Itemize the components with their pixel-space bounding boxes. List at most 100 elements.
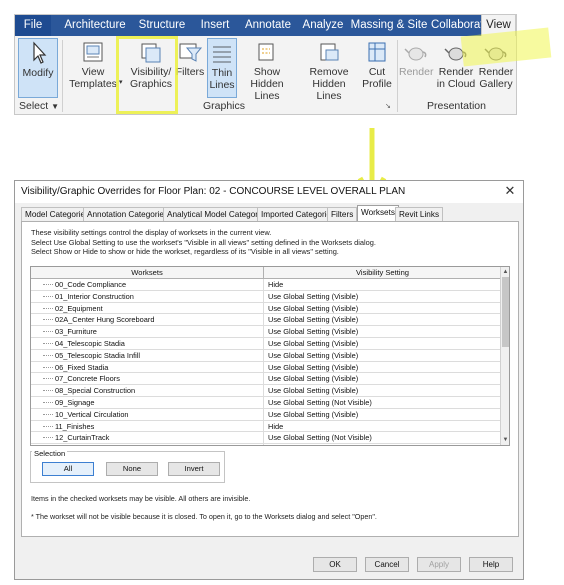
visibility-setting-cell[interactable]: Use Global Setting (Visible)	[264, 409, 501, 420]
tab-annotation-categories[interactable]: Annotation Categories	[83, 207, 173, 221]
visibility-setting-cell[interactable]: Use Global Setting (Visible)	[264, 350, 501, 361]
workset-name: 04_Telescopic Stadia	[55, 338, 125, 348]
table-row[interactable]: 10_Vertical Circulation Use Global Settin…	[31, 408, 501, 421]
remove-hidden-lines-button[interactable]: Remove Hidden Lines	[299, 38, 359, 102]
workset-name: 12_CurtainTrack	[55, 433, 110, 443]
view-templates-label-1: View	[81, 66, 105, 78]
visibility-setting-cell[interactable]: Use Global Setting (Not Visible)	[264, 444, 501, 445]
workset-name-cell[interactable]: 05_Telescopic Stadia Infill	[31, 349, 264, 362]
workset-name-cell[interactable]: 09_Signage	[31, 396, 264, 409]
visibility-setting-cell[interactable]: Hide	[264, 421, 501, 432]
table-row[interactable]: 12_CurtainTrack Use Global Setting (Not V…	[31, 432, 501, 445]
visibility-setting-cell[interactable]: Use Global Setting (Visible)	[264, 338, 501, 349]
render-in-cloud-label-2: in Cloud	[436, 78, 476, 90]
invert-selection-button[interactable]: Invert	[168, 462, 220, 476]
table-row[interactable]: 07_Concrete Floors Use Global Setting (Vi…	[31, 373, 501, 386]
visibility-setting-cell[interactable]: Use Global Setting (Visible)	[264, 291, 501, 302]
tab-structure[interactable]: Structure	[131, 15, 193, 36]
show-hidden-lines-button[interactable]: Show Hidden Lines	[239, 38, 295, 102]
table-row[interactable]: 06_Fixed Stadia Use Global Setting (Visib…	[31, 361, 501, 374]
dialog-launcher-icon[interactable]: ↘	[385, 102, 391, 110]
workset-name-cell[interactable]: 02A_Center Hung Scoreboard	[31, 314, 264, 327]
table-row[interactable]: 08_Special Construction Use Global Settin…	[31, 385, 501, 397]
table-row[interactable]: 04_Telescopic Stadia Use Global Setting (…	[31, 337, 501, 350]
cut-profile-label-2: Profile	[362, 78, 392, 90]
tab-collaborate[interactable]: Collaborate	[431, 15, 490, 36]
visibility-setting-cell[interactable]: Use Global Setting (Not Visible)	[264, 397, 501, 408]
scroll-up-icon[interactable]: ▲	[501, 267, 509, 277]
visibility-setting-cell[interactable]: Use Global Setting (Visible)	[264, 303, 501, 314]
tree-connector	[43, 413, 53, 415]
workset-name-cell[interactable]: 11_Finishes	[31, 420, 264, 433]
tab-revit-links[interactable]: Revit Links	[395, 207, 444, 221]
visibility-setting-cell[interactable]: Use Global Setting (Not Visible)	[264, 432, 501, 443]
tab-annotate[interactable]: Annotate	[237, 15, 299, 36]
tab-massing-site[interactable]: Massing & Site	[347, 15, 431, 36]
workset-name-cell[interactable]: 08_Special Construction	[31, 385, 264, 397]
workset-name-cell[interactable]: 02_Equipment	[31, 302, 264, 315]
tab-worksets[interactable]: Worksets	[357, 205, 399, 221]
table-row[interactable]: 01_Interior Construction Use Global Setti…	[31, 290, 501, 303]
workset-name-cell[interactable]: 06_Fixed Stadia	[31, 361, 264, 374]
apply-button[interactable]: Apply	[417, 557, 461, 572]
visibility-setting-cell[interactable]: Use Global Setting (Visible)	[264, 326, 501, 337]
tab-filters[interactable]: Filters	[327, 207, 358, 221]
visibility-setting-cell[interactable]: Hide	[264, 279, 501, 290]
cancel-button[interactable]: Cancel	[365, 557, 409, 572]
scroll-down-icon[interactable]: ▼	[501, 435, 509, 445]
vertical-scrollbar[interactable]: ▲ ▼	[500, 267, 509, 445]
table-row[interactable]: 11_Finishes Hide	[31, 420, 501, 433]
select-none-button[interactable]: None	[106, 462, 158, 476]
show-hidden-lines-icon	[258, 43, 274, 61]
remove-hidden-lines-label-1: Remove	[309, 66, 349, 78]
modify-button[interactable]: Modify	[18, 38, 58, 98]
tab-file[interactable]: File	[15, 15, 51, 36]
visibility-setting-cell[interactable]: Use Global Setting (Visible)	[264, 373, 501, 384]
workset-name: 02A_Center Hung Scoreboard	[55, 315, 155, 325]
workset-name-cell[interactable]: 10_Vertical Circulation	[31, 408, 264, 421]
tab-analyze[interactable]: Analyze	[299, 15, 347, 36]
view-templates-button[interactable]: View Templates	[67, 38, 119, 98]
workset-name-cell[interactable]: _Rendering	[31, 444, 264, 445]
table-row[interactable]: _Rendering Use Global Setting (Not Visibl…	[31, 444, 501, 445]
workset-name-cell[interactable]: 12_CurtainTrack	[31, 432, 264, 445]
table-row[interactable]: 02_Equipment Use Global Setting (Visible)	[31, 302, 501, 315]
workset-name: 09_Signage	[55, 397, 95, 407]
workset-name-cell[interactable]: 03_Furniture	[31, 326, 264, 338]
show-hidden-lines-label-2: Hidden Lines	[250, 78, 284, 102]
select-all-button[interactable]: All	[42, 462, 94, 476]
close-icon[interactable]: ✕	[503, 184, 517, 198]
thin-lines-button[interactable]: Thin Lines	[207, 38, 237, 98]
help-button[interactable]: Help	[469, 557, 513, 572]
workset-name: 10_Vertical Circulation	[55, 409, 129, 419]
render-button[interactable]: Render	[399, 38, 433, 98]
table-row[interactable]: 09_Signage Use Global Setting (Not Visibl…	[31, 396, 501, 409]
table-row[interactable]: 03_Furniture Use Global Setting (Visible)	[31, 326, 501, 338]
workset-name-cell[interactable]: 07_Concrete Floors	[31, 373, 264, 386]
table-row[interactable]: 05_Telescopic Stadia Infill Use Global Se…	[31, 349, 501, 362]
cut-profile-button[interactable]: Cut Profile	[359, 38, 395, 98]
filters-button[interactable]: Filters	[175, 38, 205, 98]
ok-button[interactable]: OK	[313, 557, 357, 572]
tree-connector	[43, 366, 53, 368]
workset-name-cell[interactable]: 04_Telescopic Stadia	[31, 337, 264, 350]
visibility-setting-cell[interactable]: Use Global Setting (Visible)	[264, 362, 501, 373]
note-closed-workset: * The workset will not be visible becaus…	[31, 512, 377, 521]
column-header-worksets[interactable]: Worksets	[31, 267, 264, 279]
workset-name-cell[interactable]: 00_Code Compliance	[31, 279, 264, 291]
tree-connector	[43, 295, 53, 297]
visibility-setting-cell[interactable]: Use Global Setting (Visible)	[264, 314, 501, 325]
tab-architecture[interactable]: Architecture	[55, 15, 135, 36]
thin-lines-icon	[213, 46, 231, 63]
table-row[interactable]: 00_Code Compliance Hide	[31, 279, 501, 291]
scroll-thumb[interactable]	[502, 277, 509, 347]
visibility-setting-cell[interactable]: Use Global Setting (Visible)	[264, 385, 501, 396]
dialog-tab-strip: Model Categories Annotation Categories A…	[21, 205, 519, 222]
render-in-cloud-label-1: Render	[438, 66, 474, 78]
table-row[interactable]: 02A_Center Hung Scoreboard Use Global Set…	[31, 314, 501, 327]
column-header-visibility-setting[interactable]: Visibility Setting	[264, 267, 501, 279]
select-panel-label[interactable]: Select ▼	[19, 100, 59, 112]
separator	[62, 40, 63, 112]
tab-insert[interactable]: Insert	[193, 15, 237, 36]
workset-name-cell[interactable]: 01_Interior Construction	[31, 290, 264, 303]
